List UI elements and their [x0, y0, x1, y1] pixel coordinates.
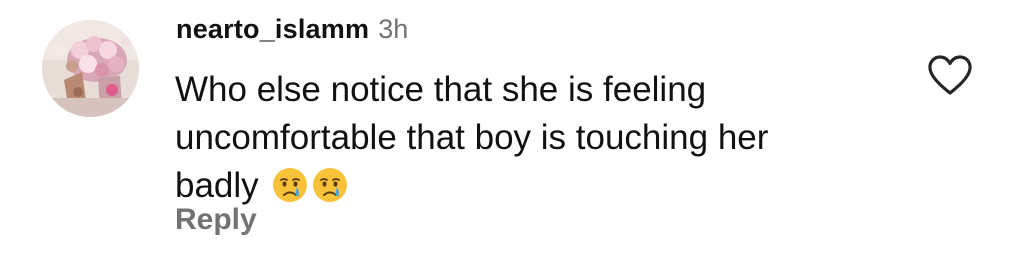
crying-face-emoji — [312, 167, 348, 203]
like-button[interactable] — [925, 52, 975, 98]
crying-face-emoji — [272, 167, 308, 203]
heart-outline-icon — [928, 55, 972, 95]
comment-text-line-1: Who else notice that she is feeling — [175, 70, 707, 109]
timestamp: 3h — [378, 14, 409, 44]
comment-header: nearto_islamm 3h — [176, 14, 408, 50]
username[interactable]: nearto_islamm — [176, 14, 369, 45]
reply-button[interactable]: Reply — [175, 203, 257, 237]
comment: nearto_islamm 3h Who else notice that sh… — [0, 0, 1024, 262]
comment-text-line-2: uncomfortable that boy is touching her — [175, 118, 769, 157]
avatar-image — [42, 20, 139, 117]
avatar[interactable] — [42, 20, 139, 117]
comment-text: Who else notice that she is feeling uncom… — [175, 66, 895, 210]
comment-text-line-3: badly — [175, 166, 259, 205]
